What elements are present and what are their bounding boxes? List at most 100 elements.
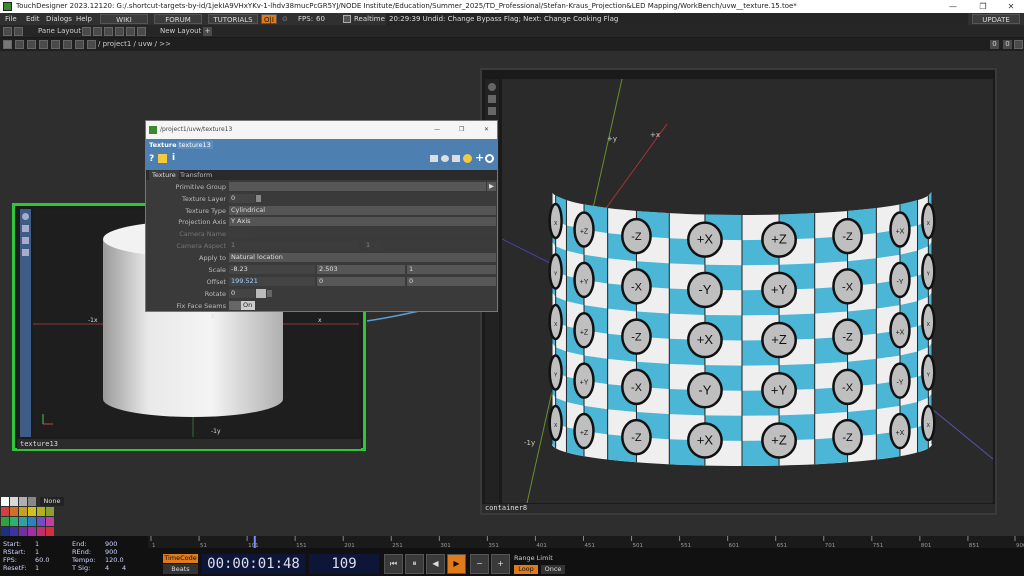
add-icon[interactable]: + [475,151,484,164]
param-maximize-button[interactable]: ❐ [459,121,464,139]
comment-icon[interactable] [441,155,449,162]
offset-x-field[interactable]: 199.521 [229,277,315,286]
step-plus-button[interactable]: + [491,554,510,574]
forum-button[interactable]: FORUM [154,14,202,24]
viewer-toggle-icon[interactable] [488,83,496,91]
folder-icon[interactable] [87,40,96,49]
apply-to-menu[interactable]: Natural location [229,253,496,262]
menu-edit[interactable]: Edit [26,13,40,25]
python-expr-icon[interactable] [463,154,472,163]
grid-icon[interactable] [51,40,60,49]
layout-d-icon[interactable] [115,27,124,36]
pane-btn-1[interactable]: 0 [990,40,999,49]
layout-f-icon[interactable] [137,27,146,36]
help-icon[interactable]: ? [149,154,154,164]
param-titlebar[interactable]: /project1/uvw/texture13 — ❐ ✕ [146,121,497,139]
texture-layer-slider[interactable] [256,195,261,202]
cycle-icon[interactable] [452,155,460,162]
primitive-group-menu-icon[interactable]: ▶ [487,182,496,191]
fix-face-seams-toggle[interactable]: On [241,301,255,310]
camera-name-field[interactable] [229,229,496,238]
primitive-group-field[interactable] [229,182,486,191]
rewind-button[interactable]: ⏮ [384,554,403,574]
parameter-window[interactable]: /project1/uvw/texture13 — ❐ ✕ Texture te… [145,120,498,312]
offset-y-field[interactable]: 0 [317,277,405,286]
step-minus-button[interactable]: − [470,554,489,574]
container8-node[interactable]: +y +x -1y X +Z -Z +X +Z -Z +X X Y +Y -X -Y +Y -X -Y Y X +… [480,68,997,515]
loop-toggle[interactable]: Loop [514,565,538,574]
scale-z-field[interactable]: 1 [407,265,496,274]
rend-value[interactable]: 900 [105,549,117,556]
scale-x-field[interactable]: -8.23 [229,265,315,274]
back-icon[interactable] [39,40,48,49]
op-name-field[interactable]: texture13 [177,141,213,149]
realtime-checkbox[interactable] [343,15,351,23]
edit-icon[interactable] [488,95,496,103]
menu-dialogs[interactable]: Dialogs [46,13,72,25]
home-icon[interactable] [15,40,24,49]
menu-help[interactable]: Help [76,13,92,25]
add-layout-button[interactable]: + [203,27,212,36]
close-view-icon[interactable] [488,107,496,115]
oi-toggle[interactable]: O|I [261,14,277,24]
tab-texture[interactable]: Texture [149,170,179,180]
param-close-button[interactable]: ✕ [484,121,489,139]
beats-toggle[interactable]: Beats [163,564,198,574]
viewer-toggle-icon[interactable] [22,213,29,220]
tab-transform[interactable]: Transform [180,170,212,180]
resetf-value[interactable]: 1 [35,565,39,572]
rotate-slider-handle[interactable] [256,289,266,298]
tempo-value[interactable]: 120.0 [105,557,124,564]
pane-close-icon[interactable] [1014,40,1023,49]
display-icon[interactable] [22,237,29,244]
frame-display[interactable]: 109 [309,554,379,574]
pane-menu-icon[interactable] [3,40,12,49]
palette-none-label[interactable]: None [40,497,64,506]
timecode-toggle[interactable]: TimeCode [163,554,198,563]
frame-ruler[interactable]: 1 51 101 151 201 251 301 351 401 451 501 551 601 651 7… [148,536,1024,549]
tsig-b[interactable]: 4 [122,565,126,572]
network-path[interactable]: / project1 / uvw / >> [98,38,171,51]
target-icon[interactable] [485,154,494,163]
step-back-button[interactable]: ◀ [426,554,445,574]
pause-button[interactable]: ⏸ [405,554,424,574]
offset-z-field[interactable]: 0 [407,277,496,286]
menu-file[interactable]: File [5,13,17,25]
timecode-display[interactable]: 00:00:01:48 [202,554,305,574]
once-toggle[interactable]: Once [541,565,565,574]
update-button[interactable]: UPDATE [972,14,1020,24]
python-icon[interactable] [158,154,167,163]
fps-value[interactable]: 60.0 [35,557,49,564]
container-name[interactable]: container8 [482,504,995,513]
camera-aspect-y[interactable]: 1 [364,241,496,250]
pane-type-icon[interactable] [14,27,23,36]
pane-btn-2[interactable]: 0 [1003,40,1012,49]
end-value[interactable]: 900 [105,541,117,548]
edit-icon[interactable] [22,225,29,232]
layout-b-icon[interactable] [93,27,102,36]
rotate-field[interactable]: 0 [229,289,255,298]
maximize-button[interactable]: ❐ [970,0,996,13]
wiki-button[interactable]: WIKI [100,14,148,24]
fix-face-seams-toggle-icon[interactable] [229,301,241,310]
scale-y-field[interactable]: 2.503 [317,265,405,274]
camera-aspect-x[interactable]: 1 [229,241,359,250]
boxes-icon[interactable] [75,40,84,49]
render-icon[interactable] [22,249,29,256]
texture-layer-field[interactable]: 0 [229,194,255,203]
pencil-icon[interactable] [430,155,438,162]
new-layout-label[interactable]: New Layout [160,25,201,38]
layout-c-icon[interactable] [104,27,113,36]
minimize-button[interactable]: — [940,0,966,13]
info-icon[interactable]: i [172,153,175,163]
layout-a-icon[interactable] [82,27,91,36]
layout-e-icon[interactable] [126,27,135,36]
pane-split-icon[interactable] [3,27,12,36]
close-button[interactable]: ✕ [998,0,1024,13]
play-button[interactable]: ▶ [447,554,466,574]
star-icon[interactable] [63,40,72,49]
rstart-value[interactable]: 1 [35,549,39,556]
start-value[interactable]: 1 [35,541,39,548]
container-viewer[interactable]: +y +x -1y X +Z -Z +X +Z -Z +X X Y +Y -X -Y +Y -X -Y Y X +… [502,79,993,503]
tsig-a[interactable]: 4 [105,565,109,572]
